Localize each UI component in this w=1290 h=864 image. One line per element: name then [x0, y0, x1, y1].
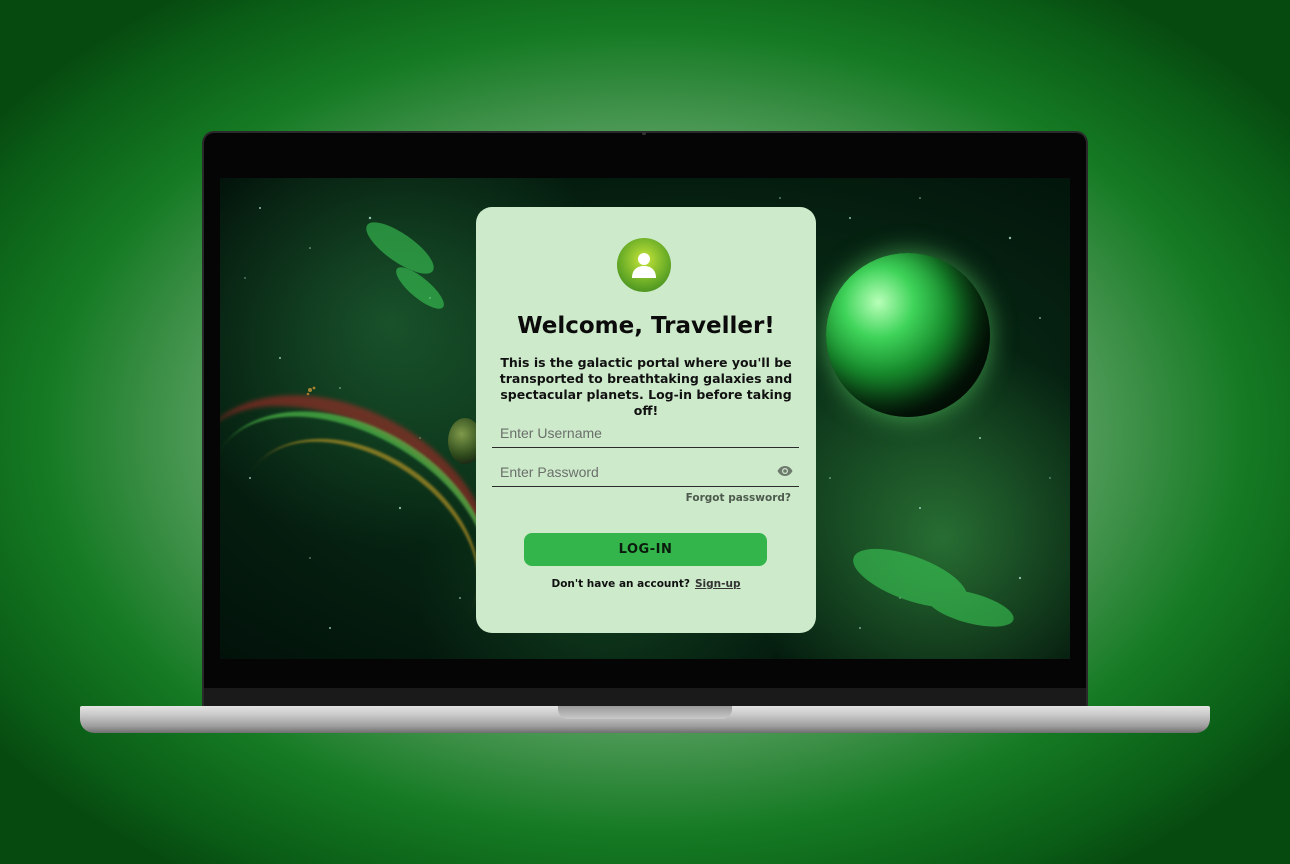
signup-prompt: Don't have an account?	[551, 578, 690, 590]
welcome-message: This is the galactic portal where you'll…	[499, 355, 793, 418]
password-field	[492, 457, 799, 487]
login-button[interactable]: LOG-IN	[524, 533, 767, 566]
user-icon	[617, 238, 671, 292]
username-input[interactable]	[492, 422, 762, 444]
password-input[interactable]	[492, 461, 762, 483]
forgot-password-link[interactable]: Forgot password?	[686, 492, 791, 504]
login-card: Welcome, Traveller! This is the galactic…	[476, 207, 816, 633]
signup-row: Don't have an account? Sign-up	[476, 578, 816, 590]
laptop-notch	[558, 706, 732, 719]
laptop-chin	[204, 688, 1086, 708]
green-planet	[826, 253, 990, 417]
signup-link[interactable]: Sign-up	[695, 578, 741, 590]
eye-icon[interactable]	[777, 465, 793, 477]
page-title: Welcome, Traveller!	[517, 313, 775, 339]
webcam	[642, 132, 646, 135]
username-field	[492, 418, 799, 448]
